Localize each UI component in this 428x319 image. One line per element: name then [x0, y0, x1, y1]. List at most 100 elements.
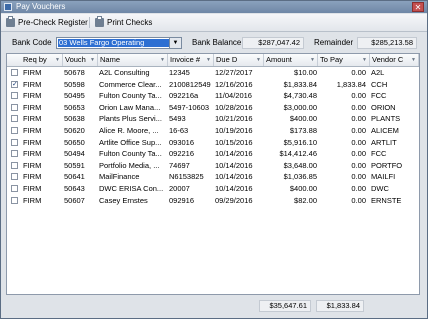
column-header-label: Amount: [266, 55, 292, 64]
table-row[interactable]: FIRM 50638 Plants Plus Servi... 5493 10/21/2…: [7, 113, 419, 124]
bank-balance-value: $287,047.42: [242, 37, 304, 49]
cell-req: FIRM: [23, 184, 42, 193]
vouchers-grid: Req by ▼ Vouch ▼ Name ▼ Invoice # ▼ Due D ▼ Amount…: [6, 53, 420, 295]
cell-due: 12/16/2016: [215, 79, 253, 89]
row-checkbox[interactable]: [11, 161, 18, 169]
print-checks-button[interactable]: Print Checks: [95, 16, 152, 29]
column-header[interactable]: Due D ▼: [214, 54, 264, 66]
cell-invoice: 16-63: [169, 126, 189, 135]
row-checkbox[interactable]: [11, 150, 18, 158]
column-header[interactable]: Invoice # ▼: [168, 54, 214, 66]
cell-name: Alice R. Moore, ...: [99, 126, 159, 135]
row-checkbox[interactable]: [11, 69, 18, 76]
cell-due: 10/14/2016: [215, 149, 253, 159]
printer-icon: [6, 16, 15, 27]
cell-name: Artlite Office Sup...: [99, 137, 162, 147]
cell-topay: 0.00: [351, 137, 366, 147]
cell-vouch: 50653: [64, 102, 85, 112]
cell-vouch: 50678: [64, 68, 85, 77]
column-header[interactable]: Vendor C ▼: [370, 54, 419, 66]
cell-invoice: 092216: [169, 149, 195, 159]
cell-name: Portfolio Media, ...: [99, 160, 160, 170]
bank-code-value: 03 Wells Fargo Operating: [58, 39, 169, 47]
column-header[interactable]: Amount ▼: [264, 54, 318, 66]
table-row[interactable]: FIRM 50678 A2L Consulting 12345 12/27/2017 $1…: [7, 67, 419, 78]
row-checkbox[interactable]: [11, 127, 18, 134]
cell-due: 10/14/2016: [215, 172, 253, 182]
column-header-label: Due D: [216, 55, 238, 64]
sort-icon: ▼: [206, 57, 211, 63]
row-checkbox[interactable]: [11, 138, 18, 146]
cell-amount: $10.00: [294, 68, 317, 77]
app-icon: [4, 3, 12, 11]
cell-due: 09/29/2016: [215, 195, 253, 205]
cell-due: 10/14/2016: [215, 184, 253, 193]
cell-vendor: ARTLIT: [371, 137, 397, 147]
bank-balance-label: Bank Balance: [192, 38, 242, 47]
cell-invoice: 12345: [169, 68, 190, 77]
cell-invoice: 2100812549: [169, 79, 211, 89]
pre-check-register-button[interactable]: Pre-Check Register: [6, 16, 88, 29]
cell-req: FIRM: [23, 114, 42, 124]
row-checkbox[interactable]: [11, 92, 18, 100]
cell-req: FIRM: [23, 126, 42, 135]
table-row[interactable]: ✓ FIRM 50598 Commerce Clear... 2100812549 12/…: [7, 79, 419, 90]
sort-icon: ▼: [411, 57, 416, 63]
bank-code-label: Bank Code: [12, 38, 52, 47]
table-row[interactable]: FIRM 50650 Artlite Office Sup... 093016 10/1…: [7, 137, 419, 148]
total-amount: $35,647.61: [259, 300, 311, 312]
cell-vouch: 50494: [64, 149, 85, 159]
table-row[interactable]: FIRM 50620 Alice R. Moore, ... 16-63 10/19/2…: [7, 125, 419, 136]
toolbar: Pre-Check Register Print Checks: [1, 14, 427, 32]
cell-topay: 0.00: [351, 102, 366, 112]
cell-name: Fulton County Ta...: [99, 149, 162, 159]
bank-code-select[interactable]: 03 Wells Fargo Operating ▼: [56, 37, 182, 49]
table-row[interactable]: FIRM 50641 MailFinance N6153825 10/14/2016 $1…: [7, 171, 419, 182]
cell-vendor: ALICEM: [371, 126, 399, 135]
column-header[interactable]: Vouch ▼: [63, 54, 98, 66]
table-row[interactable]: FIRM 50494 Fulton County Ta... 092216 10/14/…: [7, 148, 419, 159]
cell-topay: 0.00: [351, 184, 366, 193]
cell-amount: $400.00: [289, 114, 317, 124]
close-button[interactable]: ✕: [412, 2, 424, 12]
table-row[interactable]: FIRM 50653 Orion Law Mana... 5497-10603 10/2…: [7, 102, 419, 113]
cell-due: 11/04/2016: [215, 91, 252, 101]
cell-req: FIRM: [23, 149, 42, 159]
row-checkbox[interactable]: ✓: [11, 80, 18, 88]
column-header-label: To Pay: [320, 55, 343, 64]
cell-vendor: ERNSTE: [371, 195, 402, 205]
column-header[interactable]: Name ▼: [98, 54, 168, 66]
table-row[interactable]: FIRM 50607 Casey Ernstes 092916 09/29/2016 $8…: [7, 195, 419, 206]
cell-due: 10/14/2016: [215, 160, 253, 170]
row-checkbox[interactable]: [11, 115, 18, 123]
row-checkbox[interactable]: [11, 173, 18, 181]
row-checkbox[interactable]: [11, 103, 18, 111]
cell-invoice: 092216a: [169, 91, 199, 101]
column-header-label: Name: [100, 55, 121, 64]
cell-amount: $4,730.48: [283, 91, 317, 101]
column-header[interactable]: To Pay ▼: [318, 54, 370, 66]
row-checkbox[interactable]: [11, 185, 18, 192]
table-row[interactable]: FIRM 50643 DWC ERISA Con... 20007 10/14/2016…: [7, 183, 419, 194]
cell-name: Orion Law Mana...: [99, 102, 161, 112]
cell-vouch: 50650: [64, 137, 85, 147]
cell-topay: 0.00: [351, 114, 366, 124]
pay-vouchers-window: Pay Vouchers ✕ Pre-Check Register Print …: [0, 0, 428, 319]
cell-vouch: 50638: [64, 114, 85, 124]
cell-amount: $3,000.00: [283, 102, 317, 112]
chevron-down-icon[interactable]: ▼: [169, 38, 181, 48]
cell-vouch: 50591: [64, 160, 85, 170]
sort-icon: ▼: [256, 57, 261, 63]
table-row[interactable]: FIRM 50495 Fulton County Ta... 092216a 11/04…: [7, 90, 419, 101]
cell-due: 10/21/2016: [215, 114, 253, 124]
table-row[interactable]: FIRM 50591 Portfolio Media, ... 74697 10/14/…: [7, 160, 419, 171]
cell-invoice: 20007: [169, 184, 190, 193]
sort-icon: ▼: [55, 57, 60, 63]
sort-icon: ▼: [362, 57, 367, 63]
column-header-label: Invoice #: [170, 55, 201, 64]
cell-req: FIRM: [23, 172, 42, 182]
column-header[interactable]: Req by ▼: [7, 54, 63, 66]
cell-vendor: FCC: [371, 91, 387, 101]
total-to-pay: $1,833.84: [316, 300, 364, 312]
row-checkbox[interactable]: [11, 196, 18, 204]
